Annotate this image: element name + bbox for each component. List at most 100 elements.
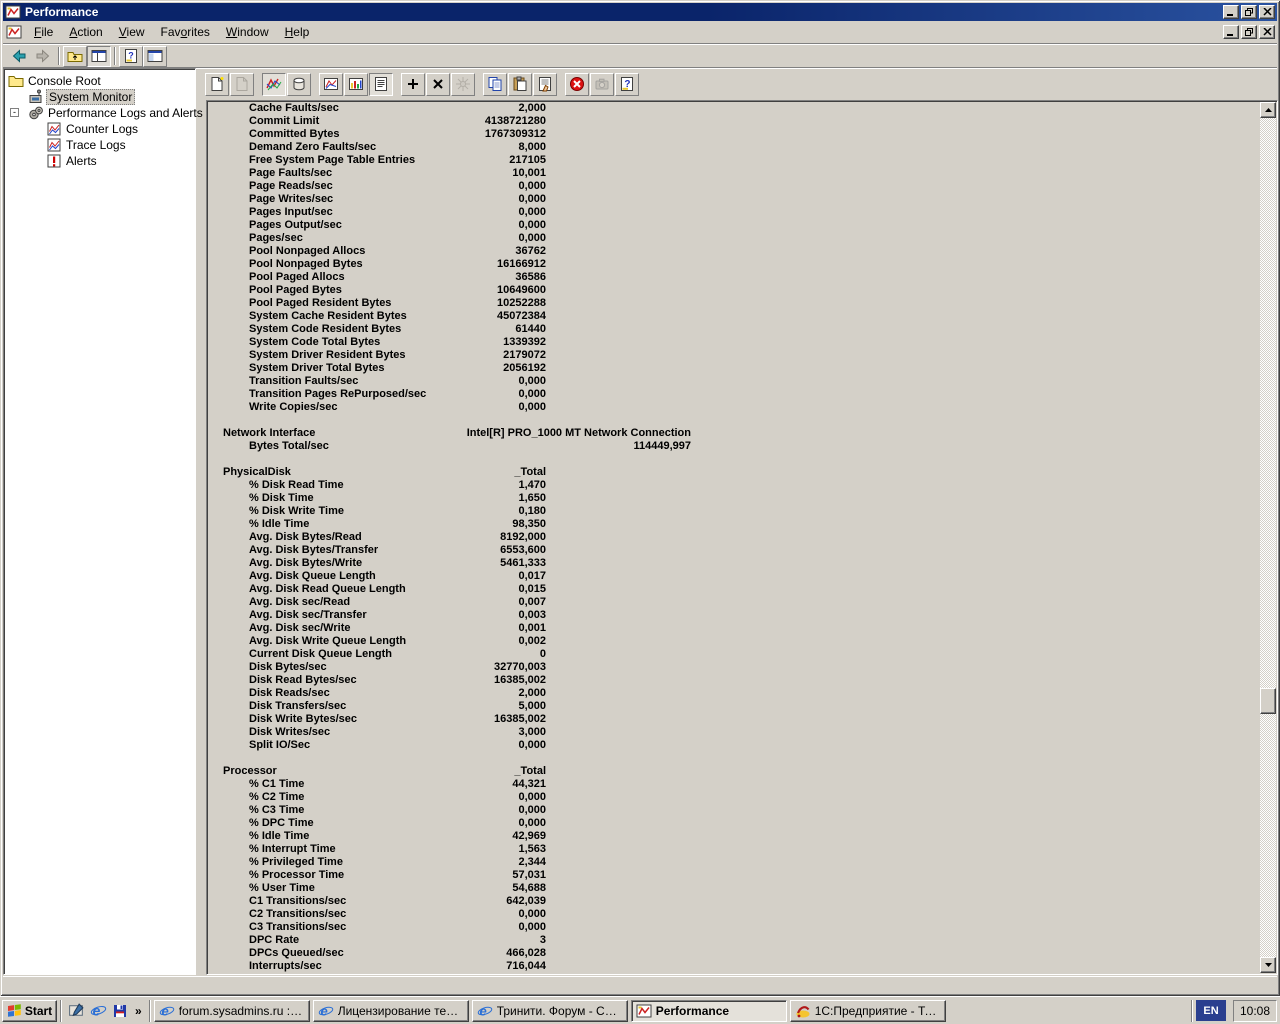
tree-label-trace-logs[interactable]: Trace Logs xyxy=(64,138,128,152)
update-data-button[interactable] xyxy=(590,73,614,96)
forward-icon xyxy=(35,48,51,64)
report-row-privileged-time: 2,344% Privileged Time xyxy=(209,856,1259,869)
tree-item-counter-logs[interactable]: Counter Logs xyxy=(4,121,195,137)
perflogs-icon xyxy=(28,105,44,121)
start-label: Start xyxy=(25,1004,52,1018)
task-button-forum-sysadmins[interactable]: e forum.sysadmins.ru :: П... xyxy=(154,1000,310,1022)
internet-explorer-launch-button[interactable]: e xyxy=(87,1000,109,1022)
child-window-icon[interactable] xyxy=(6,24,22,40)
paste-counter-list-button[interactable] xyxy=(508,73,532,96)
start-button[interactable]: Start xyxy=(2,1000,57,1022)
counter-name: Disk Writes/sec xyxy=(249,726,330,739)
task-label: Тринити. Форум - Серв... xyxy=(497,1004,623,1018)
help-docs-button[interactable]: ? xyxy=(119,46,143,67)
menu-items: FileActionViewFavoritesWindowHelp xyxy=(26,22,317,42)
system-tray: EN 10:08 xyxy=(1188,1000,1277,1022)
counter-name: Commit Limit xyxy=(249,115,319,128)
delete-counter-icon xyxy=(430,76,446,92)
highlight-button[interactable] xyxy=(451,73,475,96)
restore-button[interactable] xyxy=(1241,5,1257,19)
child-restore-button[interactable] xyxy=(1241,25,1257,39)
report-blank-row xyxy=(209,453,1259,466)
show-hide-tree-button[interactable] xyxy=(87,46,111,67)
scrollbar-thumb[interactable] xyxy=(1260,688,1276,714)
counter-name: Pages Input/sec xyxy=(249,206,333,219)
counter-name: Pages/sec xyxy=(249,232,303,245)
counter-name: Pool Nonpaged Allocs xyxy=(249,245,365,258)
view-histogram-icon xyxy=(348,76,364,92)
tree-label-counter-logs[interactable]: Counter Logs xyxy=(64,122,140,136)
language-indicator[interactable]: EN xyxy=(1196,1000,1226,1021)
close-button[interactable] xyxy=(1259,5,1275,19)
counter-name: System Code Total Bytes xyxy=(249,336,380,349)
menu-view[interactable]: View xyxy=(111,22,153,42)
scroll-down-button[interactable] xyxy=(1260,957,1276,973)
svg-text:e: e xyxy=(479,1003,486,1018)
child-minimize-button[interactable] xyxy=(1223,25,1239,39)
tree-item-trace-logs[interactable]: Trace Logs xyxy=(4,137,195,153)
properties-icon xyxy=(537,76,553,92)
counter-name: Write Copies/sec xyxy=(249,401,337,414)
report-row-dpcs-queued-sec: 466,028DPCs Queued/sec xyxy=(209,947,1259,960)
view-graph-button[interactable] xyxy=(319,73,343,96)
chevron-icon[interactable]: » xyxy=(131,1004,146,1018)
menu-action[interactable]: Action xyxy=(61,22,110,42)
report-row-committed-bytes: 1767309312Committed Bytes xyxy=(209,128,1259,141)
up-one-level-button[interactable] xyxy=(63,46,87,67)
counter-name: Transition Faults/sec xyxy=(249,375,358,388)
taskbar-clock: 10:08 xyxy=(1233,1000,1277,1022)
task-button-trinity-forum[interactable]: e Тринити. Форум - Серв... xyxy=(472,1000,628,1022)
properties-button[interactable] xyxy=(533,73,557,96)
tree-item-console-root[interactable]: Console Root xyxy=(4,73,195,89)
up-one-level-icon xyxy=(67,48,83,64)
tree-label-console-root[interactable]: Console Root xyxy=(26,74,103,88)
view-log-data-button[interactable] xyxy=(287,73,311,96)
floppy-launch-button[interactable] xyxy=(109,1000,131,1022)
tree-item-alerts[interactable]: Alerts xyxy=(4,153,195,169)
counter-name: % C3 Time xyxy=(249,804,304,817)
tree-label-performance-logs-and-alerts[interactable]: Performance Logs and Alerts xyxy=(46,106,205,120)
report-content: 2,000Cache Faults/sec4138721280Commit Li… xyxy=(209,102,1259,973)
tree-item-performance-logs-and-alerts[interactable]: -Performance Logs and Alerts xyxy=(4,105,195,121)
delete-counter-button[interactable] xyxy=(426,73,450,96)
counter-name: Page Faults/sec xyxy=(249,167,332,180)
show-desktop-button[interactable] xyxy=(65,1000,87,1022)
svg-text:e: e xyxy=(320,1003,327,1018)
help-button[interactable]: ? xyxy=(615,73,639,96)
forward-button[interactable] xyxy=(31,46,55,67)
vertical-scrollbar[interactable] xyxy=(1260,102,1276,973)
menu-help[interactable]: Help xyxy=(277,22,318,42)
counter-name: Disk Read Bytes/sec xyxy=(249,674,357,687)
freeze-display-button[interactable] xyxy=(565,73,589,96)
copy-properties-button[interactable] xyxy=(483,73,507,96)
task-button-1c-enterprise[interactable]: 1С:Предприятие - Торг... xyxy=(790,1000,946,1022)
minimize-button[interactable] xyxy=(1223,5,1239,19)
performance-app-icon xyxy=(5,4,21,20)
new-counter-set-button[interactable] xyxy=(205,73,229,96)
tree-label-alerts[interactable]: Alerts xyxy=(64,154,99,168)
task-button-licensing[interactable]: e Лицензирование терми... xyxy=(313,1000,469,1022)
toolbar-separator xyxy=(114,47,116,65)
counter-name: % Disk Read Time xyxy=(249,479,344,492)
view-histogram-button[interactable] xyxy=(344,73,368,96)
toolbar-separator xyxy=(58,47,60,65)
report-row-page-writes-sec: 0,000Page Writes/sec xyxy=(209,193,1259,206)
clear-display-button[interactable] xyxy=(230,73,254,96)
child-close-button[interactable] xyxy=(1259,25,1275,39)
menu-window[interactable]: Window xyxy=(218,22,277,42)
scroll-up-button[interactable] xyxy=(1260,102,1276,118)
menu-file[interactable]: File xyxy=(26,22,61,42)
view-report-button[interactable] xyxy=(369,73,393,96)
tree-item-system-monitor[interactable]: System Monitor xyxy=(4,89,195,105)
counter-name: Avg. Disk sec/Read xyxy=(249,596,350,609)
tree-label-system-monitor[interactable]: System Monitor xyxy=(46,89,135,105)
back-button[interactable] xyxy=(7,46,31,67)
view-current-activity-button[interactable] xyxy=(262,73,286,96)
task-button-performance[interactable]: Performance xyxy=(631,1000,787,1022)
add-counter-button[interactable] xyxy=(401,73,425,96)
counter-name: Disk Reads/sec xyxy=(249,687,330,700)
report-row-c2-time: 0,000% C2 Time xyxy=(209,791,1259,804)
tree-collapse-icon[interactable]: - xyxy=(10,108,19,117)
panes-button[interactable] xyxy=(143,46,167,67)
menu-favorites[interactable]: Favorites xyxy=(153,22,218,42)
